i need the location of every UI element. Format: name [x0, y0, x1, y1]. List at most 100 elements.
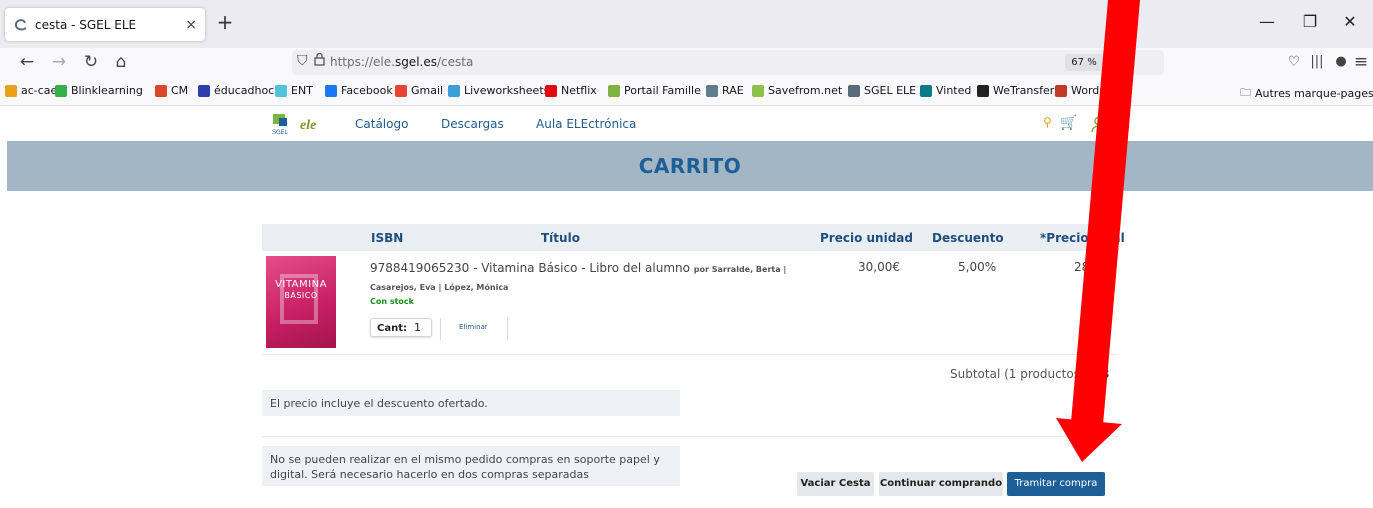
bookmark-label: Portail Famille	[624, 84, 701, 97]
other-bookmarks[interactable]: 🗀 Autres marque-pages	[1240, 84, 1373, 103]
bookmark-item[interactable]: Portail Famille	[608, 84, 701, 97]
item-total-price: 28,51	[1074, 260, 1109, 274]
bookmark-label: Vinted	[936, 84, 972, 97]
bookmark-item[interactable]: ENT	[275, 84, 313, 97]
item-title[interactable]: 9788419065230 - Vitamina Básico - Libro …	[370, 260, 790, 296]
page-banner: CARRITO	[7, 141, 1373, 191]
restore-button[interactable]: ❐	[1298, 12, 1322, 31]
bookmark-favicon-icon	[706, 84, 718, 97]
bookmark-favicon-icon	[752, 84, 764, 97]
folder-icon: 🗀	[1240, 86, 1251, 99]
empty-cart-button[interactable]: Vaciar Cesta	[797, 472, 874, 496]
user-icon[interactable]	[1091, 115, 1107, 137]
url-text: https://ele.sgel.es/cesta	[330, 55, 474, 69]
tab-sgel-ele[interactable]: cesta - SGEL ELE ×	[5, 8, 205, 41]
bookmark-star-icon[interactable]: ☆	[1120, 52, 1133, 70]
row-separator	[262, 436, 1118, 437]
nav-aula-electronica[interactable]: Aula ELEctrónica	[536, 117, 636, 131]
stock-status: Con stock	[370, 297, 414, 306]
address-bar[interactable]: ⛉ https://ele.sgel.es/cesta 67 % ☆	[292, 50, 1164, 75]
cart-table-header: ISBN Título Precio unidad Descuento *Pre…	[262, 224, 1125, 251]
bookmark-label: SGEL ELE	[864, 84, 917, 97]
bookmark-favicon-icon	[395, 84, 407, 97]
bookmark-item[interactable]: RAE	[706, 84, 744, 97]
bookmark-favicon-icon	[608, 84, 620, 97]
site-header: SGEL ele Catálogo Descargas Aula ELEctró…	[0, 107, 1373, 141]
item-unit-price: 30,00€	[858, 260, 900, 274]
svg-text:SGEL: SGEL	[272, 130, 289, 136]
bookmark-favicon-icon	[848, 84, 860, 97]
library-icon[interactable]: |||	[1306, 51, 1328, 73]
bookmark-label: WeTransfer	[993, 84, 1055, 97]
bookmark-label: RAE	[722, 84, 744, 97]
nav-descargas[interactable]: Descargas	[441, 117, 504, 131]
navigation-bar: ← → ↻ ⌂ ⛉ https://ele.sgel.es/cesta 67 %…	[0, 48, 1373, 76]
cart-icon[interactable]: 🛒	[1060, 115, 1077, 131]
bookmarks-bar: ac-caen Blinklearning CM éducadhoc ENT Facebo…	[0, 76, 1373, 106]
split-order-note: No se pueden realizar en el mismo pedido…	[262, 446, 680, 486]
back-icon[interactable]: ←	[16, 51, 38, 73]
bookmark-label: ENT	[291, 84, 313, 97]
tab-bar: cesta - SGEL ELE × + — ❐ ✕	[0, 0, 1373, 48]
quantity-field[interactable]: Cant: 1	[370, 318, 432, 337]
forward-icon[interactable]: →	[48, 51, 70, 73]
header-isbn: ISBN	[371, 231, 404, 245]
bookmark-item[interactable]: CM	[155, 84, 188, 97]
bookmark-label: éducadhoc	[214, 84, 275, 97]
close-window-button[interactable]: ✕	[1338, 12, 1362, 31]
bookmark-item[interactable]: WeTransfer	[977, 84, 1054, 97]
tab-close-icon[interactable]: ×	[185, 17, 197, 33]
sgel-favicon-icon	[13, 17, 29, 33]
header-total-price: *Precio total	[1040, 231, 1125, 245]
bookmark-label: Savefrom.net	[768, 84, 843, 97]
bookmark-favicon-icon	[545, 84, 557, 97]
subtotal: Subtotal (1 productos): 28	[950, 367, 1110, 381]
discount-note: El precio incluye el descuento ofertado.	[262, 390, 680, 416]
extensions-icon[interactable]: ●	[1330, 51, 1352, 73]
bookmark-favicon-icon	[5, 84, 17, 97]
bookmark-label: Liveworksheets	[464, 84, 550, 97]
item-discount: 5,00%	[958, 260, 997, 274]
bookmark-label: Gmail	[411, 84, 444, 97]
menu-icon[interactable]: ≡	[1350, 51, 1372, 73]
bookmark-item[interactable]: Liveworksheets	[448, 84, 549, 97]
remove-item-link[interactable]: Eliminar	[459, 323, 488, 331]
nav-catalogo[interactable]: Catálogo	[355, 117, 408, 131]
bookmark-item[interactable]: Gmail	[395, 84, 443, 97]
reload-icon[interactable]: ↻	[80, 51, 102, 73]
divider	[507, 318, 508, 340]
header-title: Título	[541, 231, 580, 245]
bookmark-item[interactable]: Blinklearning	[55, 84, 143, 97]
cover-text: VITAMINA BÁSICO	[275, 279, 327, 300]
bookmark-item[interactable]: Netflix	[545, 84, 597, 97]
book-cover[interactable]: VITAMINA BÁSICO	[266, 256, 336, 348]
bookmark-item[interactable]: SGEL ELE	[848, 84, 916, 97]
continue-shopping-button[interactable]: Continuar comprando	[879, 472, 1003, 496]
bookmark-item[interactable]: Facebook	[325, 84, 393, 97]
new-tab-button[interactable]: +	[214, 12, 236, 34]
bookmark-favicon-icon	[198, 84, 210, 97]
search-icon[interactable]: ⚲	[1043, 115, 1052, 129]
row-separator	[262, 354, 1118, 355]
zoom-indicator[interactable]: 67 %	[1065, 54, 1103, 71]
header-discount: Descuento	[932, 231, 1004, 245]
bookmark-favicon-icon	[155, 84, 167, 97]
svg-text:ele: ele	[300, 118, 316, 133]
shield-icon[interactable]: ⛉	[297, 53, 308, 69]
tab-title: cesta - SGEL ELE	[35, 17, 137, 32]
home-icon[interactable]: ⌂	[110, 51, 132, 73]
bookmark-favicon-icon	[977, 84, 989, 97]
bookmark-item[interactable]: Wordref	[1055, 84, 1114, 97]
bookmark-item[interactable]: Vinted	[920, 84, 971, 97]
bookmark-favicon-icon	[55, 84, 67, 97]
bookmark-item[interactable]: Savefrom.net	[752, 84, 842, 97]
bookmark-favicon-icon	[920, 84, 932, 97]
divider	[440, 318, 441, 340]
bookmark-item[interactable]: éducadhoc	[198, 84, 274, 97]
sgel-ele-logo[interactable]: SGEL ele	[270, 112, 340, 136]
pocket-icon[interactable]: ♡	[1283, 51, 1305, 73]
minimize-button[interactable]: —	[1255, 12, 1279, 31]
lock-icon[interactable]	[314, 52, 325, 70]
bookmark-favicon-icon	[325, 84, 337, 97]
checkout-button[interactable]: Tramitar compra	[1007, 472, 1105, 496]
